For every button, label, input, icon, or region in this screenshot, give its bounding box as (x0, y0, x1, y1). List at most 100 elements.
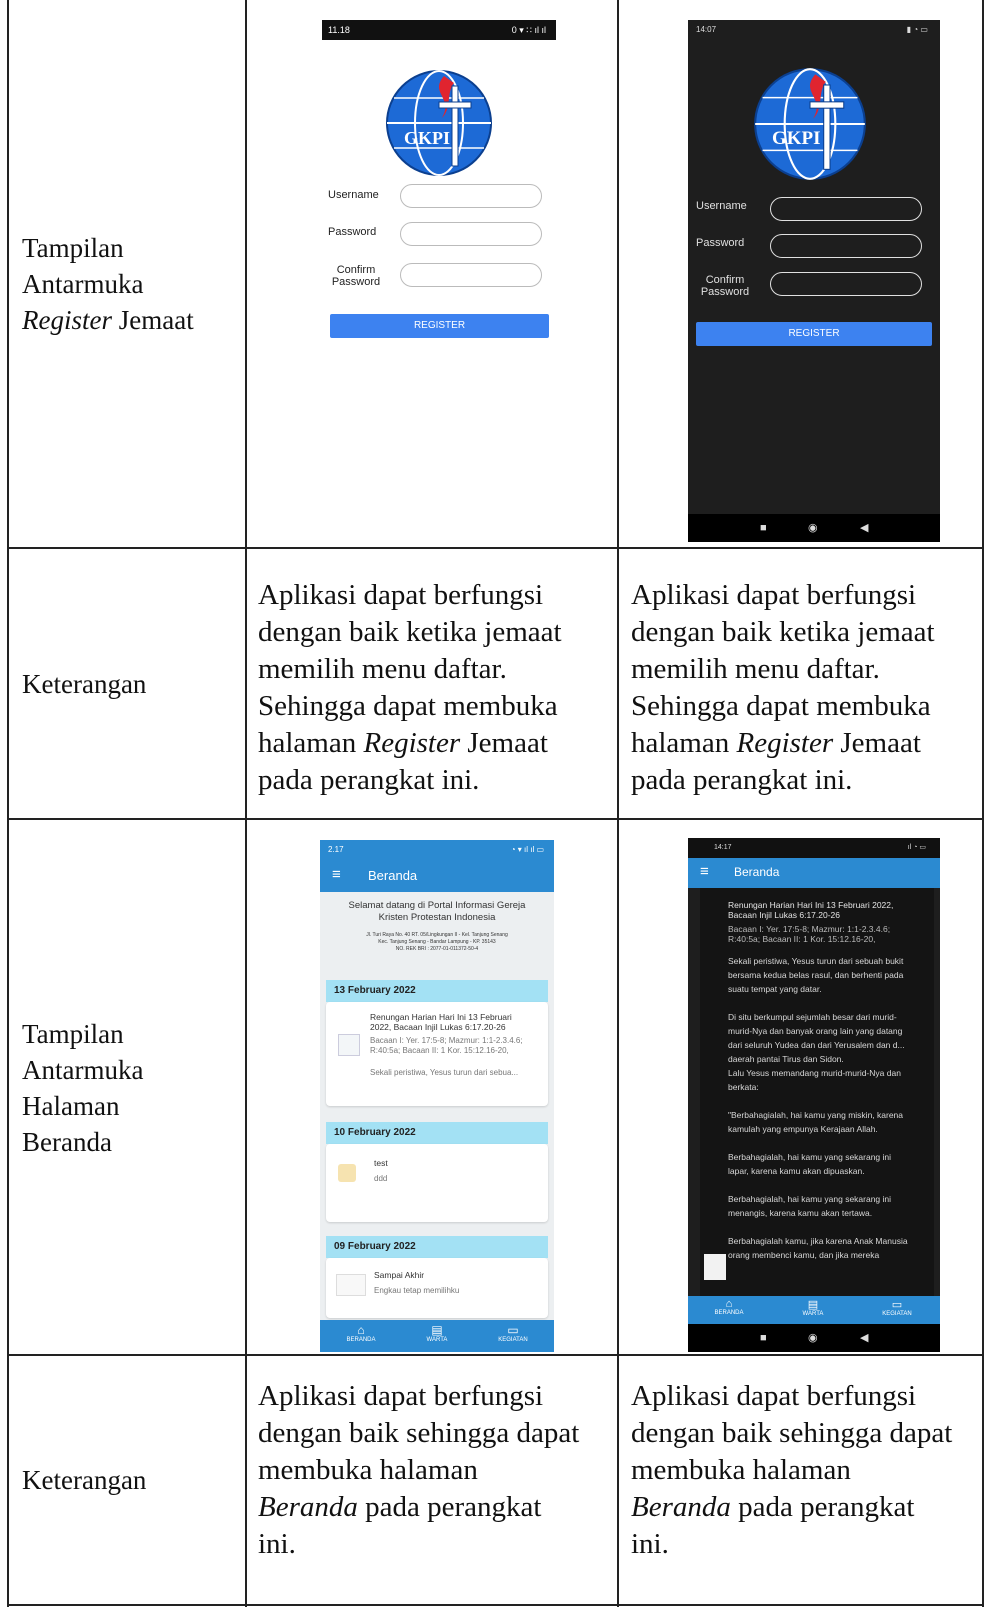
username-input[interactable] (770, 197, 922, 221)
desc-suffix: Jemaat (460, 727, 548, 759)
desc-line: Beranda pada perangkat (258, 1489, 608, 1526)
calendar-icon: ▭ (891, 1299, 903, 1311)
news-card[interactable]: test ddd (326, 1144, 548, 1222)
home-icon: ⌂ (357, 1323, 365, 1337)
description-beranda-right: Aplikasi dapat berfungsi dengan baik seh… (631, 1378, 981, 1563)
back-icon[interactable]: ◀ (860, 1324, 868, 1352)
status-time: 14:07 (696, 25, 717, 34)
confirm-line-1: Confirm (705, 274, 745, 286)
desc-suffix: Jemaat (833, 727, 921, 759)
bottom-nav: ⌂ BERANDA ▤ WARTA ▭ KEGIATAN (320, 1320, 554, 1352)
password-input[interactable] (400, 222, 542, 246)
reading-line: dari seluruh Yudea dan dari Yerusalem da… (728, 1040, 905, 1050)
nav-label: BERANDA (714, 1310, 744, 1316)
desc-line: halaman Register Jemaat (631, 725, 981, 762)
register-button[interactable]: REGISTER (330, 314, 549, 338)
nav-warta[interactable]: ▤ WARTA (412, 1323, 462, 1343)
grid-line-right (982, 0, 984, 1607)
card-subtitle: Engkau tetap memilihku (374, 1286, 460, 1295)
card-subtitle: Bacaan I: Yer. 17:5-8; Mazmur: 1:1-2.3.4… (370, 1036, 545, 1078)
desc-line: membuka halaman (258, 1454, 478, 1486)
desc-line: Beranda pada perangkat (631, 1489, 981, 1526)
nav-warta[interactable]: ▤ WARTA (788, 1298, 838, 1317)
nav-label: KEGIATAN (498, 1337, 528, 1343)
confirm-password-input[interactable] (770, 272, 922, 296)
welcome-line: Selamat datang di Portal Informasi Gerej… (348, 900, 526, 911)
reading-sub-line: R:40:5a; Bacaan II: 1 Kor. 15:12.16-20, (728, 934, 876, 944)
home-icon[interactable]: ◉ (808, 514, 818, 542)
card-title-line: Renungan Harian Hari Ini 13 Februari (370, 1012, 512, 1022)
android-nav-bar: ■ ◉ ◀ (688, 1324, 940, 1352)
menu-icon[interactable]: ≡ (332, 866, 341, 883)
desc-line: Aplikasi dapat berfungsi (631, 1380, 917, 1412)
desc-line: memilih menu daftar. (258, 653, 507, 685)
grid-row-separator-3 (7, 1354, 984, 1356)
row-label-beranda: Tampilan Antarmuka Halaman Beranda (22, 1016, 242, 1160)
grid-row-separator-2 (7, 818, 984, 820)
desc-line: dengan baik ketika jemaat (258, 616, 562, 648)
desc-line: Aplikasi dapat berfungsi (258, 1380, 544, 1412)
logo-text: GKPI (404, 128, 451, 148)
password-input[interactable] (770, 234, 922, 258)
desc-italic: Register (736, 727, 834, 759)
confirm-password-label: Confirm Password (328, 264, 384, 288)
card-title: test (374, 1158, 388, 1168)
description-register-left: Aplikasi dapat berfungsi dengan baik ket… (258, 577, 608, 799)
gkpi-logo: GKPI (752, 66, 868, 182)
news-card[interactable]: Sampai Akhir Engkau tetap memilihku (326, 1258, 548, 1318)
reading-line: menangis, karena kamu akan tertawa. (728, 1208, 873, 1218)
register-button[interactable]: REGISTER (696, 322, 932, 346)
date-header: 13 February 2022 (326, 980, 548, 1002)
nav-beranda[interactable]: ⌂ BERANDA (704, 1298, 754, 1316)
label-line: Halaman (22, 1091, 120, 1121)
confirm-line-1: Confirm (336, 264, 376, 276)
label-line: Register Jemaat (22, 302, 242, 338)
confirm-line-2: Password (700, 286, 750, 298)
reading-line: Berbahagialah, hai kamu yang sekarang in… (728, 1152, 892, 1162)
status-icons-right: ▮ ◔ ▭ (906, 25, 928, 34)
app-bar: ≡ Beranda (320, 860, 554, 892)
android-nav-bar: ■ ◉ ◀ (688, 514, 940, 542)
card-title: Sampai Akhir (374, 1270, 425, 1280)
username-input[interactable] (400, 184, 542, 208)
card-title-line: 2022, Bacaan Injil Lukas 6:17.20-26 (370, 1022, 506, 1032)
desc-line: Sehingga dapat membuka (631, 690, 931, 722)
desc-line: Sehingga dapat membuka (258, 690, 558, 722)
desc-line: memilih menu daftar. (631, 653, 880, 685)
card-sub-line: Sekali peristiwa, Yesus turun dari sebua… (370, 1068, 519, 1077)
card-sub-line: Bacaan I: Yer. 17:5-8; Mazmur: 1:1-2.3.4… (370, 1036, 523, 1045)
nav-label: WARTA (802, 1311, 824, 1317)
password-label: Password (696, 237, 745, 249)
recents-icon[interactable]: ■ (760, 1324, 767, 1352)
reading-line: Di situ berkumpul sejumlah besar dari mu… (728, 1012, 897, 1022)
home-icon[interactable]: ◉ (808, 1324, 818, 1352)
desc-line: ini. (631, 1528, 669, 1560)
label-rest: Jemaat (111, 305, 194, 335)
label-line: Tampilan (22, 233, 124, 263)
nav-kegiatan[interactable]: ▭ KEGIATAN (872, 1298, 922, 1317)
desc-line: dengan baik sehingga dapat (631, 1417, 953, 1449)
desc-prefix: halaman (631, 727, 737, 759)
welcome-line: Kristen Protestan Indonesia (378, 912, 496, 923)
welcome-block: Selamat datang di Portal Informasi Gerej… (320, 900, 554, 953)
nav-beranda[interactable]: ⌂ BERANDA (336, 1323, 386, 1343)
news-card[interactable]: Renungan Harian Hari Ini 13 Februari 202… (326, 1002, 548, 1106)
thumbnail-icon (338, 1034, 360, 1056)
grid-line-mid-2 (617, 0, 619, 1607)
username-label: Username (328, 189, 379, 201)
confirm-password-input[interactable] (400, 263, 542, 287)
card-title: Renungan Harian Hari Ini 13 Februari 202… (370, 1012, 540, 1032)
reading-line: lapar, karena kamu akan dipuaskan. (728, 1166, 865, 1176)
label-line: Tampilan (22, 1019, 124, 1049)
nav-kegiatan[interactable]: ▭ KEGIATAN (488, 1323, 538, 1343)
back-icon[interactable]: ◀ (860, 514, 868, 542)
reading-line: "Berbahagialah, hai kamu yang miskin, ka… (728, 1110, 904, 1120)
card-subtitle: ddd (374, 1174, 388, 1183)
recents-icon[interactable]: ■ (760, 514, 767, 542)
grid-line-left (7, 0, 9, 1607)
menu-icon[interactable]: ≡ (700, 863, 709, 880)
status-icons: 0 ▾ ∷ ıl ıl (511, 25, 546, 35)
grid-row-separator-1 (7, 547, 984, 549)
desc-line: Aplikasi dapat berfungsi (631, 579, 917, 611)
bottom-nav: ⌂ BERANDA ▤ WARTA ▭ KEGIATAN (688, 1296, 940, 1324)
